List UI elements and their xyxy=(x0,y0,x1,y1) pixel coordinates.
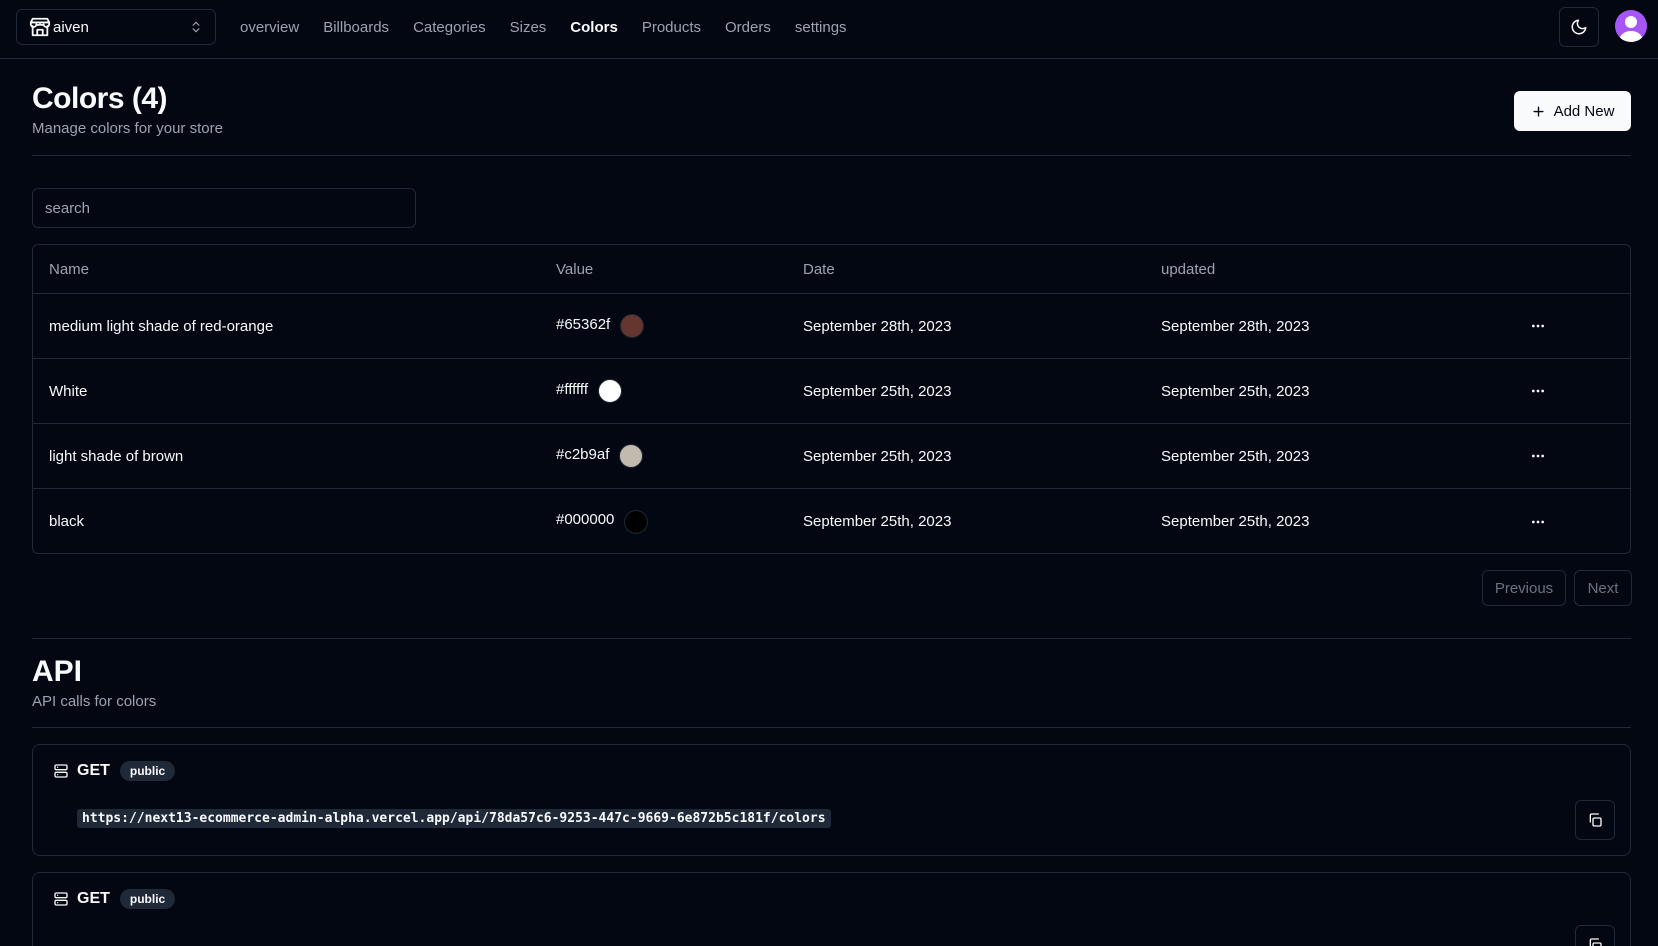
api-call-header: GET public xyxy=(53,761,176,781)
row-actions-button[interactable] xyxy=(1518,424,1558,488)
theme-toggle-button[interactable] xyxy=(1559,7,1599,47)
next-page-button[interactable]: Next xyxy=(1574,570,1632,606)
add-new-label: Add New xyxy=(1553,102,1615,120)
nav-products[interactable]: Products xyxy=(642,19,701,36)
color-value-cell: #ffffff xyxy=(556,359,622,423)
color-updated: September 25th, 2023 xyxy=(1161,513,1310,530)
api-method: GET xyxy=(77,762,110,779)
store-name: aiven xyxy=(53,18,89,36)
divider xyxy=(32,638,1631,639)
table-row: medium light shade of red-orange #65362f… xyxy=(33,294,1630,359)
page-title: Colors (4) xyxy=(32,82,168,115)
color-value-cell: #c2b9af xyxy=(556,424,644,488)
color-updated: September 25th, 2023 xyxy=(1161,382,1310,400)
color-hex: #65362f xyxy=(556,315,611,333)
server-icon xyxy=(54,892,68,906)
moon-icon xyxy=(1571,19,1587,35)
column-header-value: Value xyxy=(556,260,594,278)
access-badge: public xyxy=(119,761,176,781)
color-hex: #ffffff xyxy=(556,380,588,398)
colors-table: Name Value Date updated medium light sha… xyxy=(32,244,1631,554)
color-value-cell: #000000 xyxy=(556,489,649,553)
api-url: https://next13-ecommerce-admin-alpha.ver… xyxy=(77,809,831,828)
table-row: light shade of brown #c2b9af September 2… xyxy=(33,424,1630,489)
user-icon xyxy=(1619,16,1643,42)
color-updated: September 28th, 2023 xyxy=(1161,317,1310,335)
server-icon xyxy=(54,764,68,778)
user-avatar[interactable] xyxy=(1615,10,1647,42)
nav-overview[interactable]: overview xyxy=(240,19,299,36)
nav-orders[interactable]: Orders xyxy=(725,19,771,36)
add-new-button[interactable]: Add New xyxy=(1514,91,1631,131)
copy-icon xyxy=(1589,813,1602,827)
previous-page-button[interactable]: Previous xyxy=(1482,570,1566,606)
copy-url-button[interactable] xyxy=(1575,800,1615,840)
page-description: Manage colors for your store xyxy=(32,120,223,137)
color-value-cell: #65362f xyxy=(556,294,645,358)
row-actions-button[interactable] xyxy=(1518,294,1558,358)
nav-settings[interactable]: settings xyxy=(795,19,847,36)
divider xyxy=(32,155,1631,156)
color-date: September 28th, 2023 xyxy=(803,317,952,335)
api-heading: API xyxy=(32,655,83,688)
row-actions-button[interactable] xyxy=(1518,359,1558,423)
more-horizontal-icon xyxy=(1532,324,1544,328)
color-name: medium light shade of red-orange xyxy=(49,317,274,335)
access-badge: public xyxy=(119,889,176,909)
color-hex: #000000 xyxy=(556,511,615,528)
divider xyxy=(32,727,1631,728)
color-updated: September 25th, 2023 xyxy=(1161,447,1310,465)
nav-colors[interactable]: Colors xyxy=(570,19,618,36)
top-navbar: aiven overview Billboards Categories Siz… xyxy=(0,0,1658,59)
color-name: White xyxy=(49,382,88,400)
column-header-date: Date xyxy=(803,260,835,278)
more-horizontal-icon xyxy=(1532,520,1544,523)
color-hex: #c2b9af xyxy=(556,445,610,463)
column-header-updated: updated xyxy=(1161,260,1216,278)
color-swatch xyxy=(619,444,644,468)
color-date: September 25th, 2023 xyxy=(803,513,952,530)
api-call-header: GET public xyxy=(53,889,176,909)
api-call-card: GET public xyxy=(32,872,1631,946)
nav-categories[interactable]: Categories xyxy=(413,19,486,36)
plus-icon xyxy=(1533,105,1544,117)
more-horizontal-icon xyxy=(1532,454,1544,458)
main-nav: overview Billboards Categories Sizes Col… xyxy=(240,0,847,55)
nav-sizes[interactable]: Sizes xyxy=(510,19,547,36)
api-call-card: GET public https://next13-ecommerce-admi… xyxy=(32,744,1631,856)
color-swatch xyxy=(620,314,645,338)
table-row: White #ffffff September 25th, 2023 Septe… xyxy=(33,359,1630,424)
color-swatch xyxy=(598,379,622,403)
store-switcher[interactable]: aiven xyxy=(16,9,216,45)
chevrons-up-down-icon xyxy=(192,21,200,33)
column-header-name: Name xyxy=(49,260,90,278)
nav-billboards[interactable]: Billboards xyxy=(323,19,389,36)
table-header: Name Value Date updated xyxy=(33,245,1630,294)
copy-icon xyxy=(1589,938,1602,946)
api-method: GET xyxy=(77,890,110,907)
copy-url-button[interactable] xyxy=(1575,925,1615,946)
api-description: API calls for colors xyxy=(32,693,157,710)
color-swatch xyxy=(624,509,649,534)
table-row: black #000000 September 25th, 2023 Septe… xyxy=(33,489,1630,553)
color-name: light shade of brown xyxy=(49,447,184,465)
color-date: September 25th, 2023 xyxy=(803,447,952,465)
store-icon xyxy=(29,17,51,37)
color-name: black xyxy=(49,513,85,530)
color-date: September 25th, 2023 xyxy=(803,382,952,400)
more-horizontal-icon xyxy=(1532,389,1544,393)
search-input[interactable] xyxy=(32,188,416,228)
row-actions-button[interactable] xyxy=(1518,489,1558,553)
